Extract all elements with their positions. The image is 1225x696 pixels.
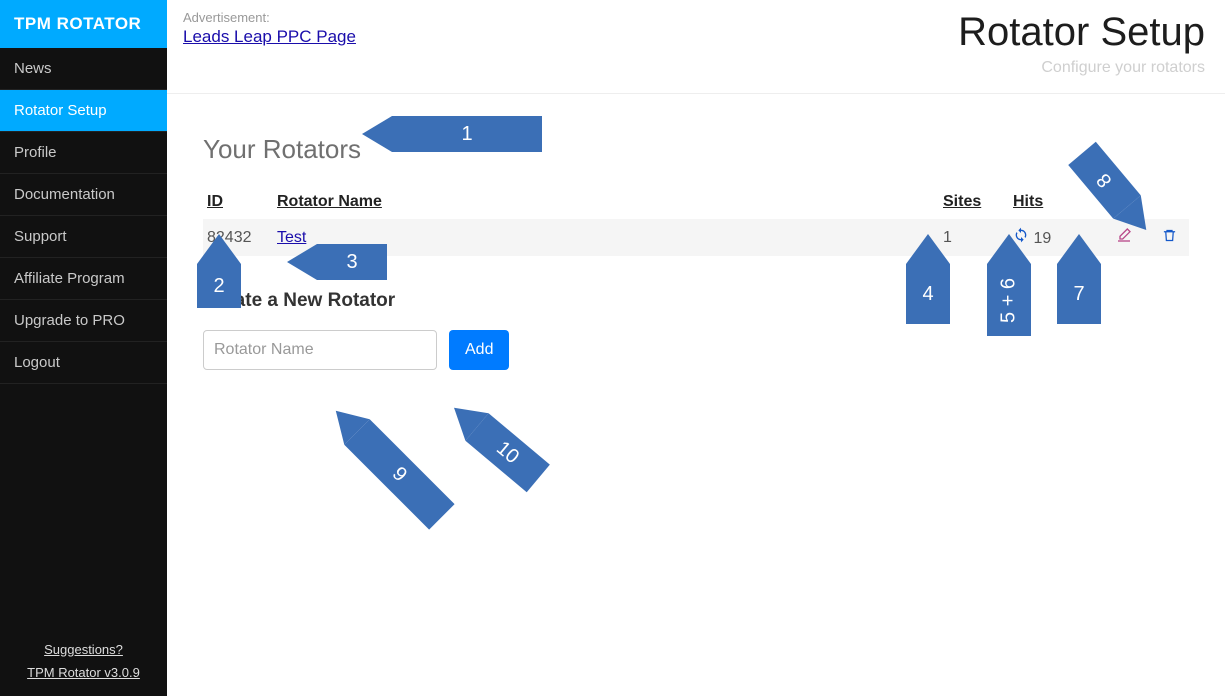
sidebar: TPM ROTATOR News Rotator Setup Profile D… — [0, 0, 167, 696]
topbar: Advertisement: Leads Leap PPC Page Rotat… — [167, 0, 1225, 94]
main: Advertisement: Leads Leap PPC Page Rotat… — [167, 0, 1225, 696]
table-row: 82432 Test 1 19 — [203, 219, 1189, 256]
col-name[interactable]: Rotator Name — [273, 187, 939, 219]
refresh-icon[interactable] — [1013, 230, 1033, 247]
create-title: Create a New Rotator — [203, 290, 1189, 312]
suggestions-link[interactable]: Suggestions? — [0, 642, 167, 657]
brand-title: TPM ROTATOR — [0, 0, 167, 48]
page-title: Rotator Setup — [958, 10, 1205, 55]
cell-sites: 1 — [939, 219, 1009, 256]
version-link[interactable]: TPM Rotator v3.0.9 — [0, 665, 167, 680]
col-id[interactable]: ID — [203, 187, 273, 219]
nav-news[interactable]: News — [0, 48, 167, 90]
col-hits[interactable]: Hits — [1009, 187, 1099, 219]
cell-id: 82432 — [203, 219, 273, 256]
rotator-name-input[interactable] — [203, 330, 437, 370]
advertisement-link[interactable]: Leads Leap PPC Page — [183, 27, 356, 47]
nav-logout[interactable]: Logout — [0, 342, 167, 384]
nav-profile[interactable]: Profile — [0, 132, 167, 174]
cell-name-link[interactable]: Test — [277, 229, 306, 246]
page-title-block: Rotator Setup Configure your rotators — [958, 10, 1205, 77]
section-your-rotators: Your Rotators — [203, 134, 1189, 165]
cell-hits-value: 19 — [1033, 230, 1051, 247]
advertisement-label: Advertisement: — [183, 10, 356, 25]
col-edit-blank — [1099, 187, 1149, 219]
trash-icon[interactable] — [1162, 230, 1177, 247]
col-sites[interactable]: Sites — [939, 187, 1009, 219]
nav: News Rotator Setup Profile Documentation… — [0, 48, 167, 622]
nav-upgrade-pro[interactable]: Upgrade to PRO — [0, 300, 167, 342]
add-button[interactable]: Add — [449, 330, 509, 370]
page-subtitle: Configure your rotators — [958, 59, 1205, 77]
nav-affiliate-program[interactable]: Affiliate Program — [0, 258, 167, 300]
nav-support[interactable]: Support — [0, 216, 167, 258]
sidebar-footer: Suggestions? TPM Rotator v3.0.9 — [0, 622, 167, 696]
annotation-10: 10 — [465, 413, 549, 492]
cell-hits: 19 — [1009, 219, 1099, 256]
nav-documentation[interactable]: Documentation — [0, 174, 167, 216]
col-del-blank — [1149, 187, 1189, 219]
create-row: Add — [203, 330, 1189, 370]
annotation-9: 9 — [344, 419, 454, 529]
content: Your Rotators ID Rotator Name Sites Hits… — [167, 94, 1225, 696]
rotators-table: ID Rotator Name Sites Hits 82432 Test 1 — [203, 187, 1189, 256]
advertisement-block: Advertisement: Leads Leap PPC Page — [183, 10, 356, 47]
nav-rotator-setup[interactable]: Rotator Setup — [0, 90, 167, 132]
edit-icon[interactable] — [1116, 230, 1132, 247]
